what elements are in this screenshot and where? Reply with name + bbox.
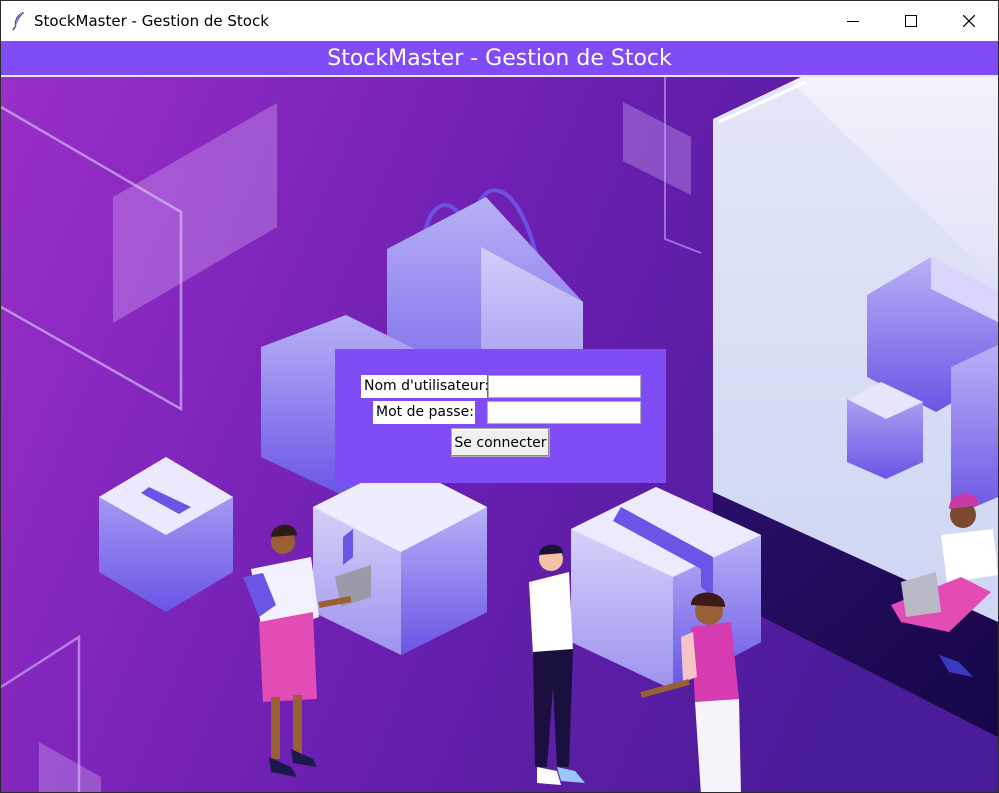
window-titlebar[interactable]: StockMaster - Gestion de Stock	[1, 1, 998, 41]
login-form: Nom d'utilisateur: Mot de passe: Se conn…	[335, 349, 666, 483]
close-icon	[962, 12, 976, 31]
password-label: Mot de passe:	[373, 401, 475, 424]
minimize-button[interactable]	[824, 1, 882, 41]
page-title: StockMaster - Gestion de Stock	[327, 45, 672, 71]
username-input[interactable]	[488, 375, 641, 398]
login-button[interactable]: Se connecter	[451, 428, 550, 457]
feather-icon	[11, 11, 27, 31]
minimize-icon	[847, 12, 859, 31]
close-button[interactable]	[940, 1, 998, 41]
username-label: Nom d'utilisateur:	[361, 375, 489, 398]
maximize-icon	[905, 12, 917, 31]
password-input[interactable]	[487, 401, 641, 424]
header-banner: StockMaster - Gestion de Stock	[1, 41, 998, 75]
app-window: StockMaster - Gestion de Stock StockMast…	[0, 0, 999, 793]
maximize-button[interactable]	[882, 1, 940, 41]
window-title: StockMaster - Gestion de Stock	[34, 12, 269, 30]
